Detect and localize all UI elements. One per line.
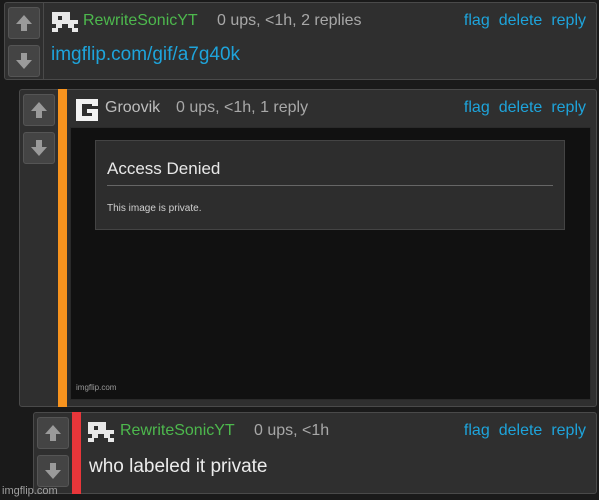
comment-meta: 0 ups, <1h, 2 replies <box>217 12 362 29</box>
arrow-up-icon <box>45 425 61 441</box>
arrow-down-icon <box>45 463 61 479</box>
flag-link[interactable]: flag <box>464 12 490 29</box>
image-watermark: imgflip.com <box>76 383 117 392</box>
vote-column <box>5 3 44 79</box>
flag-link[interactable]: flag <box>464 99 490 116</box>
pixel-avatar-icon[interactable] <box>50 10 80 34</box>
comment-actions: flag delete reply <box>464 99 586 117</box>
reply-thread-bar <box>58 89 67 407</box>
reply-link[interactable]: reply <box>551 12 586 29</box>
delete-link[interactable]: delete <box>499 422 543 439</box>
delete-link[interactable]: delete <box>499 99 543 116</box>
reply-link[interactable]: reply <box>551 422 586 439</box>
upvote-button[interactable] <box>23 94 55 126</box>
comment-username[interactable]: RewriteSonicYT <box>83 12 198 30</box>
page-watermark: imgflip.com <box>2 485 58 497</box>
upvote-button[interactable] <box>8 7 40 39</box>
comment-meta: 0 ups, <1h <box>254 422 330 439</box>
arrow-up-icon <box>16 15 32 31</box>
comment-actions: flag delete reply <box>464 422 586 440</box>
comment-3: RewriteSonicYT 0 ups, <1h flag delete repl… <box>33 412 597 494</box>
downvote-button[interactable] <box>23 132 55 164</box>
comment-username[interactable]: RewriteSonicYT <box>120 422 235 440</box>
comment-username[interactable]: Groovik <box>105 99 160 117</box>
comment-1: RewriteSonicYT 0 ups, <1h, 2 replies fla… <box>4 2 597 80</box>
comment-actions: flag delete reply <box>464 12 586 30</box>
flag-link[interactable]: flag <box>464 422 490 439</box>
embedded-image[interactable]: Access Denied This image is private. img… <box>70 127 591 400</box>
comment-body-link[interactable]: imgflip.com/gif/a7g40k <box>51 44 240 66</box>
delete-link[interactable]: delete <box>499 12 543 29</box>
upvote-button[interactable] <box>37 417 69 449</box>
g-logo-avatar-icon[interactable] <box>73 96 101 124</box>
vote-column <box>20 90 59 170</box>
downvote-button[interactable] <box>37 455 69 487</box>
arrow-down-icon <box>31 140 47 156</box>
dialog-title: Access Denied <box>107 159 221 178</box>
arrow-down-icon <box>16 53 32 69</box>
dialog-message: This image is private. <box>107 203 202 214</box>
dialog-divider <box>107 185 553 186</box>
access-denied-dialog: Access Denied This image is private. <box>95 140 565 230</box>
reply-thread-bar <box>72 412 81 494</box>
vote-column <box>34 413 73 493</box>
reply-link[interactable]: reply <box>551 99 586 116</box>
arrow-up-icon <box>31 102 47 118</box>
comment-body: who labeled it private <box>89 456 268 477</box>
downvote-button[interactable] <box>8 45 40 77</box>
comment-meta: 0 ups, <1h, 1 reply <box>176 99 309 116</box>
pixel-avatar-icon[interactable] <box>86 420 116 444</box>
